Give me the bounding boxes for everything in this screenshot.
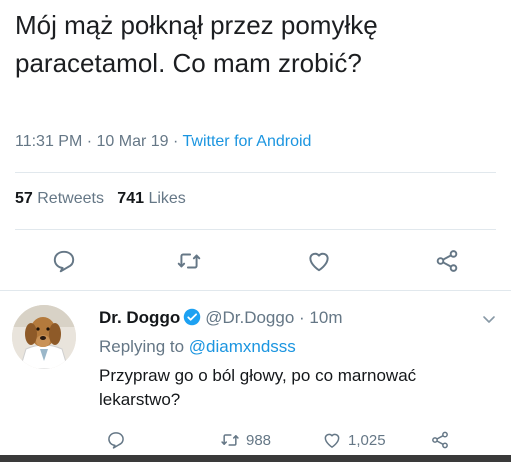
- author-name[interactable]: Dr. Doggo: [99, 308, 180, 327]
- dog-doctor-avatar-image: [12, 305, 76, 369]
- reply-actions: 988 1,025: [0, 428, 511, 452]
- share-button[interactable]: [433, 247, 461, 275]
- divider: [15, 229, 496, 230]
- like-button[interactable]: [305, 247, 333, 275]
- reply-like-button[interactable]: 1,025: [322, 428, 386, 452]
- reply-share-button[interactable]: [430, 428, 456, 452]
- reply-tweet[interactable]: Dr. Doggo @Dr.Doggo · 10m Replying to @di…: [0, 290, 511, 455]
- replying-prefix: Replying to: [99, 337, 189, 356]
- bottom-bar: [0, 455, 511, 462]
- tweet-text-line-2: paracetamol. Co mam zrobić?: [15, 48, 362, 78]
- chevron-down-icon[interactable]: [481, 311, 497, 327]
- avatar[interactable]: [12, 305, 76, 369]
- share-icon: [432, 431, 448, 449]
- likes-label: Likes: [148, 190, 186, 207]
- retweet-icon: [221, 434, 239, 446]
- replying-to: Replying to @diamxndsss: [99, 337, 296, 357]
- reply-button[interactable]: [50, 247, 78, 275]
- tweet-stats: 57 Retweets 741 Likes: [15, 190, 186, 208]
- tweet-text-line-1: Mój mąż połknął przez pomyłkę: [15, 10, 378, 40]
- reply-like-count: 1,025: [348, 431, 386, 449]
- meta-separator: ·: [82, 133, 97, 150]
- tweet-source-link[interactable]: Twitter for Android: [183, 133, 312, 150]
- like-icon: [309, 252, 329, 272]
- tweet-meta: 11:31 PM · 10 Mar 19 · Twitter for Andro…: [15, 133, 311, 151]
- meta-separator: ·: [168, 133, 183, 150]
- retweets-stat[interactable]: 57 Retweets: [15, 190, 104, 207]
- likes-count: 741: [117, 190, 144, 207]
- tweet-date: 10 Mar 19: [96, 133, 169, 150]
- divider: [15, 172, 496, 173]
- reply-header: Dr. Doggo @Dr.Doggo · 10m: [99, 308, 342, 328]
- likes-stat[interactable]: 741 Likes: [117, 190, 186, 207]
- retweet-icon: [177, 253, 201, 269]
- reply-icon: [53, 250, 75, 273]
- share-icon: [436, 250, 458, 272]
- retweets-label: Retweets: [37, 190, 104, 207]
- tweet-text: Mój mąż połknął przez pomyłkę paracetamo…: [15, 6, 495, 82]
- tweet-actions: [0, 247, 511, 277]
- header-separator: ·: [294, 308, 310, 327]
- reply-text: Przypraw go o ból głowy, po co marnować …: [99, 366, 417, 409]
- reply-icon: [108, 432, 124, 449]
- reply-age: 10m: [309, 308, 343, 327]
- reply-retweet-button[interactable]: 988: [220, 428, 271, 452]
- replying-to-handle[interactable]: @diamxndsss: [189, 337, 296, 356]
- like-icon: [324, 433, 340, 448]
- verified-icon: [183, 308, 201, 326]
- reply-retweet-count: 988: [246, 431, 272, 449]
- tweet-time: 11:31 PM: [15, 133, 83, 150]
- retweet-button[interactable]: [175, 247, 203, 275]
- retweets-count: 57: [15, 190, 33, 207]
- reply-reply-button[interactable]: [106, 428, 132, 452]
- author-handle[interactable]: @Dr.Doggo: [205, 308, 294, 327]
